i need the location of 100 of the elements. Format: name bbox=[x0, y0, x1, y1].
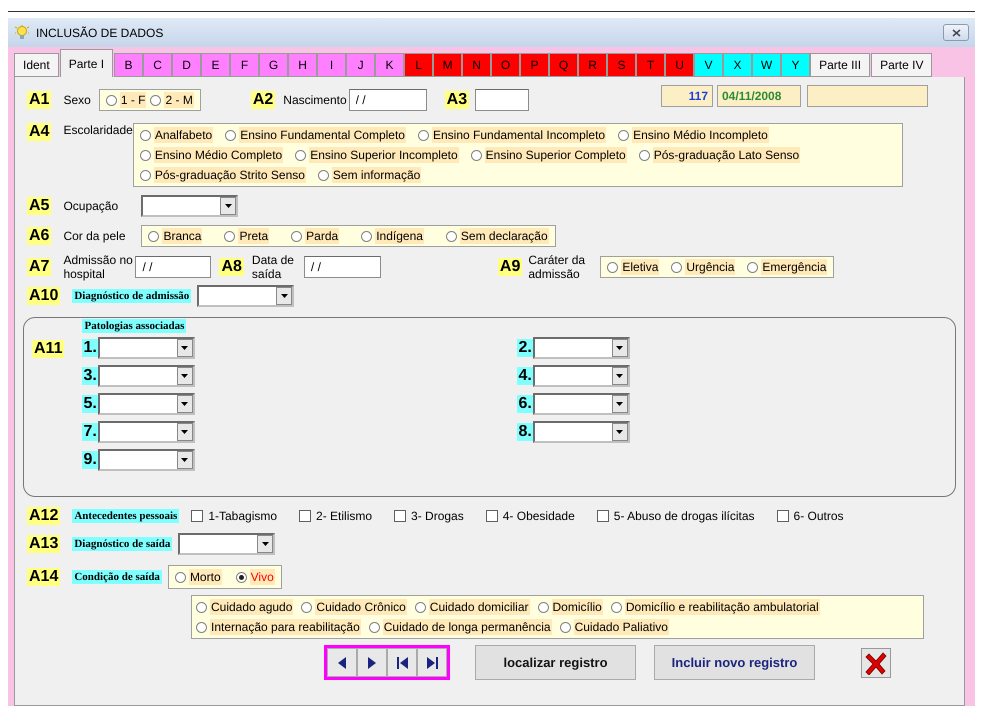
checkbox-option[interactable]: 6- Outros bbox=[776, 509, 844, 523]
dropdown-field[interactable] bbox=[197, 285, 294, 307]
caret-icon bbox=[616, 374, 624, 378]
tab[interactable]: Y bbox=[781, 53, 810, 77]
dropdown-field[interactable] bbox=[532, 365, 630, 387]
dropdown-field[interactable] bbox=[98, 449, 195, 471]
first-record-icon bbox=[396, 656, 408, 668]
item-number: 3. bbox=[82, 367, 98, 385]
tab[interactable]: I bbox=[317, 53, 346, 77]
checkbox-option[interactable]: 5- Abuso de drogas ilícitas bbox=[596, 509, 755, 523]
tab[interactable]: P bbox=[520, 53, 550, 77]
tab[interactable]: D bbox=[172, 53, 202, 77]
caret-icon bbox=[181, 374, 188, 378]
date-field[interactable]: / / bbox=[348, 89, 427, 111]
dropdown-field[interactable] bbox=[178, 533, 276, 555]
caret-icon bbox=[616, 346, 624, 350]
field-label: Data de saída bbox=[252, 253, 295, 281]
caret-icon bbox=[181, 458, 188, 462]
caret-icon bbox=[616, 430, 624, 434]
tab[interactable]: B bbox=[114, 53, 144, 77]
field-code: A14 bbox=[27, 568, 60, 586]
field-code: A10 bbox=[27, 287, 60, 305]
item-number: 4. bbox=[517, 367, 533, 385]
action-button[interactable]: Incluir novo registro bbox=[654, 645, 815, 680]
tab[interactable]: K bbox=[375, 53, 404, 77]
nav-button[interactable] bbox=[357, 648, 387, 677]
tab[interactable]: C bbox=[143, 53, 172, 77]
field-code: A11 bbox=[32, 340, 64, 358]
cancel-button[interactable] bbox=[861, 648, 891, 678]
right-arrow-icon bbox=[368, 656, 376, 668]
tab[interactable]: Parte IV bbox=[871, 53, 932, 77]
tab[interactable]: U bbox=[665, 53, 694, 77]
dropdown-field[interactable] bbox=[98, 337, 195, 359]
dropdown-field[interactable] bbox=[532, 393, 630, 415]
caret-icon bbox=[181, 402, 188, 406]
nav-button[interactable] bbox=[387, 648, 417, 677]
tab[interactable]: F bbox=[230, 53, 260, 77]
date-field[interactable]: / / bbox=[304, 256, 381, 278]
tab[interactable]: R bbox=[578, 53, 608, 77]
last-record-icon bbox=[426, 656, 438, 668]
tab[interactable]: Parte III bbox=[810, 53, 870, 77]
tab[interactable]: Ident bbox=[14, 53, 59, 77]
dropdown-field[interactable] bbox=[532, 337, 630, 359]
dropdown-field[interactable] bbox=[98, 421, 195, 443]
caret-icon bbox=[616, 402, 624, 406]
tab[interactable]: O bbox=[491, 53, 520, 77]
tab[interactable]: Q bbox=[549, 53, 578, 77]
action-button[interactable]: localizar registro bbox=[475, 645, 636, 680]
checkbox-option[interactable]: 1-Tabagismo bbox=[191, 509, 278, 523]
item-number: 1. bbox=[82, 339, 98, 357]
caret-icon bbox=[181, 430, 188, 434]
item-number: 8. bbox=[517, 423, 533, 441]
item-number: 5. bbox=[82, 395, 98, 413]
field-code: A12 bbox=[27, 507, 60, 525]
field-label: Diagnóstico de saída bbox=[72, 537, 172, 551]
date-field[interactable]: / / bbox=[135, 256, 212, 278]
field-code: A2 bbox=[250, 91, 276, 109]
item-number: 7. bbox=[82, 423, 98, 441]
tab[interactable]: X bbox=[723, 53, 752, 77]
checkbox-option[interactable]: 3- Drogas bbox=[394, 509, 464, 523]
caret-icon bbox=[181, 346, 188, 350]
checkbox-option[interactable]: 4- Obesidade bbox=[486, 509, 575, 523]
tab[interactable]: H bbox=[288, 53, 318, 77]
tab[interactable]: M bbox=[433, 53, 462, 77]
tab[interactable]: L bbox=[404, 53, 434, 77]
item-number: 9. bbox=[82, 451, 98, 469]
tab[interactable]: G bbox=[259, 53, 288, 77]
field-code: A4 bbox=[27, 123, 52, 141]
caret-icon bbox=[280, 294, 288, 298]
field-code: A7 bbox=[27, 258, 52, 276]
tab[interactable]: W bbox=[752, 53, 782, 77]
record-date: 04/11/2008 bbox=[717, 85, 801, 107]
checkbox-option[interactable]: 2- Etilismo bbox=[299, 509, 372, 523]
tab[interactable]: Parte I bbox=[60, 49, 114, 77]
nav-button[interactable] bbox=[417, 648, 447, 677]
nav-button[interactable] bbox=[327, 648, 357, 677]
tab[interactable]: S bbox=[607, 53, 636, 77]
close-icon bbox=[952, 28, 960, 36]
field-code: A9 bbox=[498, 258, 522, 276]
field-label: Sexo bbox=[63, 93, 91, 107]
record-number: 117 bbox=[661, 85, 713, 107]
field-label: Cor da pele bbox=[63, 229, 126, 243]
tab[interactable]: V bbox=[694, 53, 724, 77]
item-number: 2. bbox=[517, 339, 533, 357]
dropdown-field[interactable] bbox=[532, 421, 630, 443]
close-button[interactable] bbox=[943, 24, 969, 41]
dropdown-field[interactable] bbox=[141, 195, 238, 217]
tab[interactable]: E bbox=[201, 53, 230, 77]
tab[interactable]: T bbox=[636, 53, 666, 77]
cross-icon bbox=[865, 650, 887, 674]
field-code: A3 bbox=[444, 91, 470, 109]
dropdown-field[interactable] bbox=[98, 393, 195, 415]
tab[interactable]: J bbox=[346, 53, 376, 77]
text-field[interactable] bbox=[475, 89, 530, 111]
lightbulb-icon bbox=[14, 24, 30, 40]
dropdown-field[interactable] bbox=[98, 365, 195, 387]
field-label: Escolaridade bbox=[63, 123, 133, 137]
tab[interactable]: N bbox=[462, 53, 492, 77]
caret-icon bbox=[262, 542, 269, 546]
left-arrow-icon bbox=[338, 656, 346, 668]
